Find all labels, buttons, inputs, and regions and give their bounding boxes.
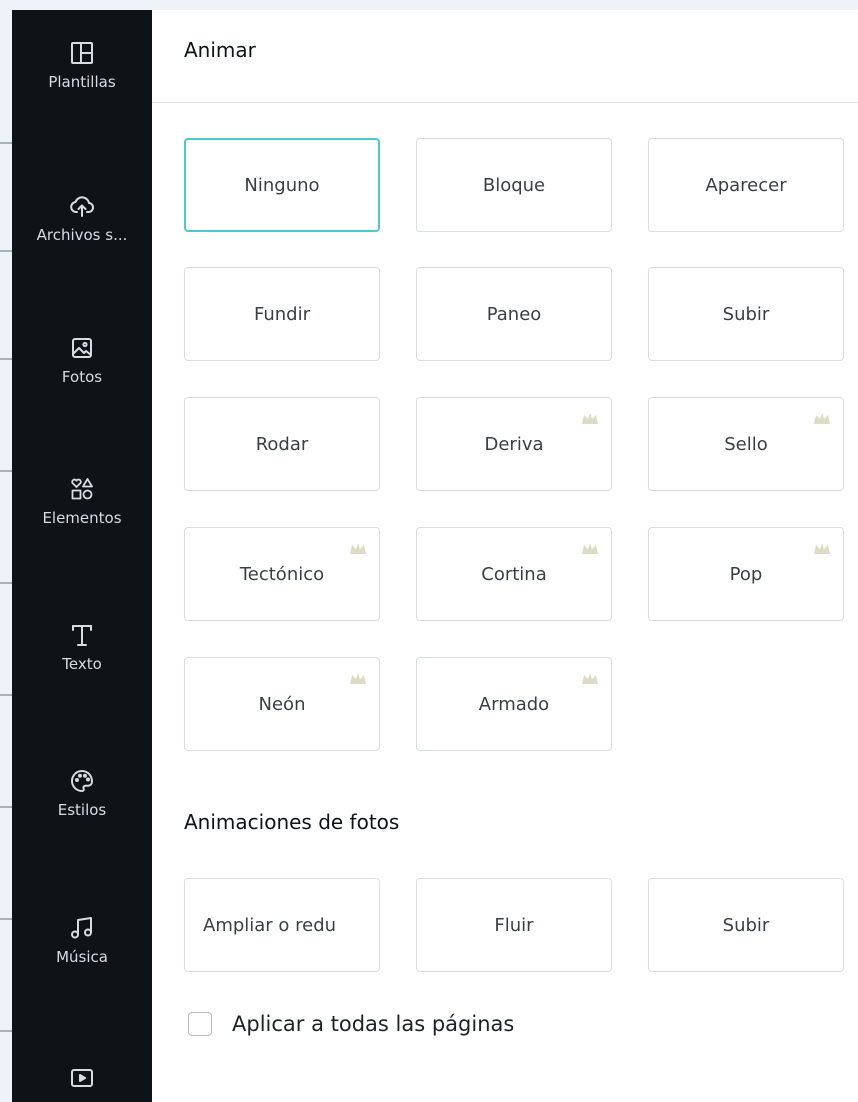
animation-option-neon[interactable]: Neón: [184, 657, 380, 751]
animation-label: Fundir: [253, 303, 310, 325]
animation-label: Fluir: [494, 914, 534, 936]
animation-label: Pop: [729, 563, 763, 585]
sidebar-item-label: Fotos: [61, 368, 103, 386]
photo-animation-ampliar[interactable]: Ampliar o redu: [184, 878, 380, 972]
animation-option-sello[interactable]: Sello: [648, 397, 844, 491]
photo-animations-title: Animaciones de fotos: [184, 810, 400, 834]
divider: [0, 694, 12, 696]
animation-label: Aparecer: [705, 174, 787, 196]
animation-label: Paneo: [486, 303, 542, 325]
animation-option-tectonico[interactable]: Tectónico: [184, 527, 380, 621]
sidebar-item-elementos[interactable]: Elementos: [12, 476, 152, 528]
animation-option-aparecer[interactable]: Aparecer: [648, 138, 844, 232]
photo-animation-fluir[interactable]: Fluir: [416, 878, 612, 972]
sidebar: Plantillas Archivos s... Fotos Elementos…: [12, 10, 152, 1102]
divider: [0, 142, 12, 144]
sidebar-item-plantillas[interactable]: Plantillas: [12, 40, 152, 92]
apply-all-checkbox[interactable]: [188, 1012, 212, 1036]
animation-label: Tectónico: [239, 563, 325, 585]
sidebar-item-musica[interactable]: Música: [12, 915, 152, 967]
divider: [0, 1030, 12, 1032]
panel-header: Animar: [152, 10, 858, 103]
layout-icon: [69, 40, 95, 66]
video-icon: [69, 1065, 95, 1091]
apply-all-pages-row[interactable]: Aplicar a todas las páginas: [188, 1012, 514, 1036]
animation-option-subir[interactable]: Subir: [648, 267, 844, 361]
animation-option-rodar[interactable]: Rodar: [184, 397, 380, 491]
text-icon: [69, 622, 95, 648]
apply-all-label[interactable]: Aplicar a todas las páginas: [232, 1012, 514, 1036]
crown-icon: [582, 413, 598, 424]
panel-title: Animar: [184, 38, 256, 62]
divider: [0, 470, 12, 472]
shapes-icon: [69, 476, 95, 502]
animation-label: Rodar: [255, 433, 309, 455]
animation-option-deriva[interactable]: Deriva: [416, 397, 612, 491]
crown-icon: [350, 673, 366, 684]
crown-icon: [350, 543, 366, 554]
left-edge-strip: [0, 0, 12, 1102]
divider: [0, 582, 12, 584]
divider: [0, 358, 12, 360]
animation-label: Ampliar o redu: [203, 914, 337, 936]
sidebar-item-label: Elementos: [42, 509, 122, 527]
animation-option-armado[interactable]: Armado: [416, 657, 612, 751]
divider: [0, 918, 12, 920]
sidebar-item-texto[interactable]: Texto: [12, 622, 152, 674]
image-icon: [69, 335, 95, 361]
sidebar-item-label: Estilos: [57, 801, 107, 819]
animation-option-paneo[interactable]: Paneo: [416, 267, 612, 361]
sidebar-item-label: Música: [56, 948, 108, 966]
sidebar-item-label: Archivos s...: [36, 226, 128, 244]
sidebar-item-archivos[interactable]: Archivos s...: [12, 193, 152, 245]
crown-icon: [582, 673, 598, 684]
animation-label: Cortina: [481, 563, 547, 585]
animation-option-cortina[interactable]: Cortina: [416, 527, 612, 621]
crown-icon: [814, 413, 830, 424]
sidebar-item-label: Texto: [62, 655, 102, 673]
animation-option-pop[interactable]: Pop: [648, 527, 844, 621]
animation-label: Bloque: [482, 174, 546, 196]
animation-label: Subir: [722, 303, 770, 325]
animation-option-bloque[interactable]: Bloque: [416, 138, 612, 232]
sidebar-item-estilos[interactable]: Estilos: [12, 768, 152, 820]
animation-label: Neón: [258, 693, 306, 715]
animation-label: Ninguno: [244, 174, 320, 196]
music-icon: [69, 915, 95, 941]
crown-icon: [582, 543, 598, 554]
animation-option-fundir[interactable]: Fundir: [184, 267, 380, 361]
sidebar-item-videos[interactable]: [12, 1065, 152, 1091]
sidebar-item-label: Plantillas: [48, 73, 116, 91]
animation-label: Deriva: [484, 433, 544, 455]
cloud-upload-icon: [69, 193, 95, 219]
animation-label: Subir: [722, 914, 770, 936]
animation-label: Armado: [478, 693, 550, 715]
animate-panel: Animar Ninguno Bloque Aparecer Fundir Pa…: [152, 10, 858, 1102]
animation-label: Sello: [724, 433, 768, 455]
divider: [0, 250, 12, 252]
divider: [0, 806, 12, 808]
sidebar-item-fotos[interactable]: Fotos: [12, 335, 152, 387]
palette-icon: [69, 768, 95, 794]
animation-option-ninguno[interactable]: Ninguno: [184, 138, 380, 232]
photo-animation-subir[interactable]: Subir: [648, 878, 844, 972]
crown-icon: [814, 543, 830, 554]
